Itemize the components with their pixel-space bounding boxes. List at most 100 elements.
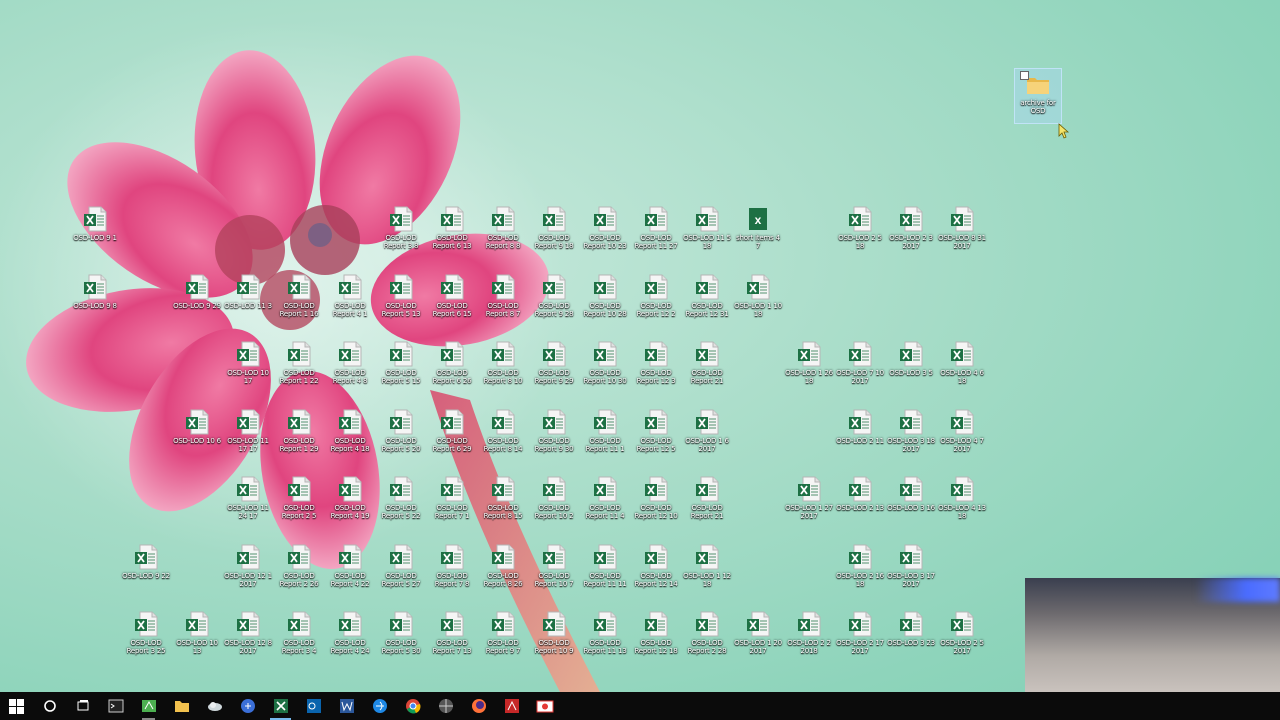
excel-file-icon[interactable]: OSD-LOD 3 16: [887, 475, 935, 535]
excel-file-icon[interactable]: OSD-LOD Report 11 11: [581, 543, 629, 603]
taskbar-task-view-button[interactable]: [66, 692, 99, 720]
excel-file-icon[interactable]: OSD-LOD 9 1: [71, 205, 119, 265]
excel-file-icon[interactable]: OSD-LOD Report 8 14: [479, 408, 527, 468]
excel-file-icon[interactable]: OSD-LOD Report 4 22: [326, 543, 374, 603]
excel-file-icon[interactable]: OSD-LOD Report 12 5: [632, 408, 680, 468]
excel-file-icon[interactable]: OSD-LOD Report 6 15: [428, 273, 476, 333]
excel-file-icon[interactable]: OSD-LOD 10 17: [224, 340, 272, 400]
excel-file-icon[interactable]: OSD-LOD 2 16 18: [836, 543, 884, 603]
excel-file-icon[interactable]: OSD-LOD Report 6 13: [428, 205, 476, 265]
excel-file-icon[interactable]: OSD-LOD Report 11 27: [632, 205, 680, 265]
excel-file-icon[interactable]: OSD-LOD 3 5: [887, 340, 935, 400]
taskbar-app-green-button[interactable]: [132, 692, 165, 720]
taskbar-acrobat-button[interactable]: [495, 692, 528, 720]
excel-file-icon[interactable]: OSD-LOD Report 4 18: [326, 408, 374, 468]
excel-file-icon[interactable]: OSD-LOD Report 10 30: [581, 340, 629, 400]
excel-file-icon[interactable]: OSD-LOD 4 13 18: [938, 475, 986, 535]
excel-file-icon[interactable]: OSD-LOD Report 9 18: [530, 205, 578, 265]
taskbar-command-prompt-button[interactable]: [99, 692, 132, 720]
taskbar-word-button[interactable]: [330, 692, 363, 720]
taskbar-cortana-search-button[interactable]: [33, 692, 66, 720]
excel-file-icon[interactable]: OSD-LOD Report 7 1: [428, 475, 476, 535]
excel-file-icon[interactable]: OSD-LOD Report 5 30: [377, 610, 425, 670]
excel-file-icon[interactable]: OSD-LOD Report 12 18: [632, 610, 680, 670]
excel-file-icon[interactable]: OSD-LOD Report 9 29: [530, 340, 578, 400]
excel-file-icon[interactable]: OSD-LOD 4 7 2017: [938, 408, 986, 468]
taskbar-excel-button[interactable]: [264, 692, 297, 720]
excel-file-icon[interactable]: OSD-LOD Report 10 7: [530, 543, 578, 603]
taskbar-blue-app-button[interactable]: [231, 692, 264, 720]
excel-file-icon[interactable]: OSD-LOD Report 5 20: [377, 408, 425, 468]
excel-file-icon[interactable]: OSD-LOD Report 3 4: [275, 610, 323, 670]
excel-file-icon[interactable]: OSD-LOD Report 2 5: [275, 475, 323, 535]
excel-file-icon[interactable]: OSD-LOD 2 5 2017: [938, 610, 986, 670]
excel-file-icon[interactable]: OSD-LOD 12 8 2017: [224, 610, 272, 670]
excel-file-icon[interactable]: OSD-LOD Report 7 8: [428, 543, 476, 603]
excel-file-icon[interactable]: OSD-LOD 11 17 17: [224, 408, 272, 468]
excel-file-icon[interactable]: OSD-LOD Report 9 28: [530, 273, 578, 333]
excel-file-icon[interactable]: OSD-LOD Report 3 8: [377, 205, 425, 265]
excel-file-icon[interactable]: OSD-LOD Report 8 15: [479, 475, 527, 535]
excel-file-icon[interactable]: OSD-LOD 2 5 18: [836, 205, 884, 265]
excel-file-icon[interactable]: OSD-LOD Report 5 15: [377, 340, 425, 400]
excel-file-icon[interactable]: OSD-LOD Report 8 10: [479, 340, 527, 400]
excel-file-icon[interactable]: OSD-LOD 2 2 2018: [785, 610, 833, 670]
taskbar-windows-start-button[interactable]: [0, 692, 33, 720]
excel-file-icon[interactable]: OSD-LOD Report 6 26: [428, 340, 476, 400]
archive-folder-icon[interactable]: archive for OSD: [1014, 68, 1062, 124]
excel-file-icon[interactable]: OSD-LOD 11 24 17: [224, 475, 272, 535]
excel-file-icon[interactable]: OSD-LOD 3 23: [887, 610, 935, 670]
excel-file-icon[interactable]: OSD-LOD Report 8 7: [479, 273, 527, 333]
excel-file-icon[interactable]: OSD-LOD Report 11 4: [581, 475, 629, 535]
excel-file-icon[interactable]: OSD-LOD Report 6 29: [428, 408, 476, 468]
excel-file-icon[interactable]: OSD-LOD 10 13: [173, 610, 221, 670]
excel-file-icon[interactable]: OSD-LOD 2 13: [836, 475, 884, 535]
excel-file-icon[interactable]: OSD-LOD Report 9 7: [479, 610, 527, 670]
excel-file-icon[interactable]: OSD-LOD Report 1 16: [275, 273, 323, 333]
excel-file-icon[interactable]: OSD-LOD 10 6: [173, 408, 221, 468]
taskbar-camera-app-button[interactable]: [528, 692, 561, 720]
excel-file-icon[interactable]: OSD-LOD Report 2 28: [683, 610, 731, 670]
excel-file-icon[interactable]: OSD-LOD 11 5 18: [683, 205, 731, 265]
excel-file-icon[interactable]: x short items 4 7: [734, 205, 782, 265]
excel-file-icon[interactable]: OSD-LOD Report 10 23: [581, 205, 629, 265]
excel-file-icon[interactable]: OSD-LOD Report 2 26: [275, 543, 323, 603]
excel-file-icon[interactable]: OSD-LOD 1 26 18: [785, 340, 833, 400]
excel-file-icon[interactable]: OSD-LOD Report 8 8: [479, 205, 527, 265]
excel-file-icon[interactable]: OSD-LOD 9 29: [173, 273, 221, 333]
excel-file-icon[interactable]: OSD-LOD Report 12 31: [683, 273, 731, 333]
excel-file-icon[interactable]: OSD-LOD Report 1 22: [275, 340, 323, 400]
excel-file-icon[interactable]: OSD-LOD Report 4 24: [326, 610, 374, 670]
taskbar-edge-button[interactable]: [363, 692, 396, 720]
excel-file-icon[interactable]: OSD-LOD Report 1 29: [275, 408, 323, 468]
excel-file-icon[interactable]: OSD-LOD Report 5 27: [377, 543, 425, 603]
excel-file-icon[interactable]: OSD-LOD Report 5 13: [377, 273, 425, 333]
excel-file-icon[interactable]: OSD-LOD 11 3: [224, 273, 272, 333]
excel-file-icon[interactable]: OSD-LOD 1 20 2017: [734, 610, 782, 670]
taskbar-cloud-app-button[interactable]: [198, 692, 231, 720]
excel-file-icon[interactable]: OSD-LOD 3 17 2017: [887, 543, 935, 603]
excel-file-icon[interactable]: OSD-LOD Report 12 14: [632, 543, 680, 603]
excel-file-icon[interactable]: OSD-LOD 2 3 2017: [887, 205, 935, 265]
excel-file-icon[interactable]: OSD-LOD Report 10 9: [530, 610, 578, 670]
excel-file-icon[interactable]: OSD-LOD 2 11: [836, 408, 884, 468]
excel-file-icon[interactable]: OSD-LOD 1 6 2017: [683, 408, 731, 468]
taskbar-outlook-button[interactable]: [297, 692, 330, 720]
excel-file-icon[interactable]: OSD-LOD Report 4 19: [326, 475, 374, 535]
excel-file-icon[interactable]: OSD-LOD Report 5 22: [377, 475, 425, 535]
excel-file-icon[interactable]: OSD-LOD Report 12 3: [632, 340, 680, 400]
excel-file-icon[interactable]: OSD-LOD Report 4 8: [326, 340, 374, 400]
excel-file-icon[interactable]: OSD-LOD 7 10 2017: [836, 340, 884, 400]
taskbar-chrome-button[interactable]: [396, 692, 429, 720]
excel-file-icon[interactable]: OSD-LOD Report 12 2: [632, 273, 680, 333]
excel-file-icon[interactable]: OSD-LOD Report 10 2: [530, 475, 578, 535]
taskbar-file-explorer-button[interactable]: [165, 692, 198, 720]
excel-file-icon[interactable]: OSD-LOD 9 8: [71, 273, 119, 333]
excel-file-icon[interactable]: OSD-LOD Report 10 28: [581, 273, 629, 333]
excel-file-icon[interactable]: OSD-LOD Report 7 13: [428, 610, 476, 670]
excel-file-icon[interactable]: OSD-LOD Report 9 30: [530, 408, 578, 468]
selection-checkbox[interactable]: [1020, 71, 1029, 80]
excel-file-icon[interactable]: OSD-LOD 12 1 2017: [224, 543, 272, 603]
excel-file-icon[interactable]: OSD-LOD Report 11 13: [581, 610, 629, 670]
excel-file-icon[interactable]: OSD-LOD Report 12 10: [632, 475, 680, 535]
